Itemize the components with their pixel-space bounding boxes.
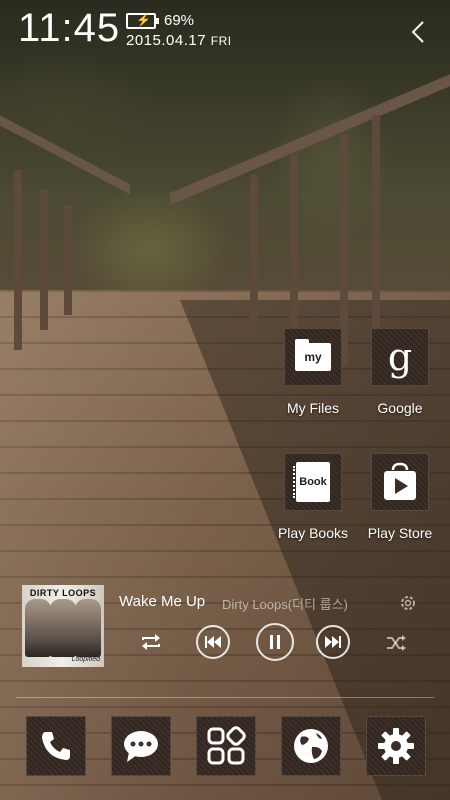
pause-icon bbox=[270, 635, 280, 649]
album-face bbox=[25, 599, 51, 657]
album-tag: Loopified bbox=[71, 656, 100, 663]
bridge-post bbox=[40, 190, 48, 330]
dock-apps[interactable] bbox=[196, 716, 256, 776]
album-face bbox=[75, 599, 101, 657]
shuffle-button[interactable] bbox=[382, 629, 410, 657]
my-files-icon: my bbox=[284, 328, 342, 386]
album-art[interactable]: DIRTY LOOPS Loopified bbox=[22, 585, 104, 667]
app-my-files[interactable]: my My Files bbox=[270, 328, 356, 424]
status-bar: 11:45 ⚡ 69% 2015.04.17 FRI bbox=[0, 0, 450, 60]
repeat-button[interactable] bbox=[136, 627, 166, 657]
shopping-bag-play-icon bbox=[384, 462, 416, 500]
skip-previous-icon bbox=[205, 636, 221, 648]
back-button[interactable] bbox=[404, 16, 432, 48]
dock-internet[interactable] bbox=[281, 716, 341, 776]
song-title: Wake Me Up bbox=[119, 593, 206, 610]
music-widget: DIRTY LOOPS Loopified Wake Me Up Dirty L… bbox=[22, 585, 432, 670]
bridge-post bbox=[14, 170, 22, 350]
music-settings-button[interactable] bbox=[396, 591, 420, 615]
dock-messages[interactable] bbox=[111, 716, 171, 776]
repeat-icon bbox=[142, 634, 160, 650]
phone-icon bbox=[42, 732, 70, 760]
next-track-button[interactable] bbox=[316, 625, 350, 659]
album-band-name: DIRTY LOOPS bbox=[29, 588, 97, 598]
google-icon-text: g bbox=[387, 335, 413, 379]
bridge-post bbox=[290, 155, 298, 335]
clock: 11:45 bbox=[18, 6, 121, 50]
play-books-icon-text: Book bbox=[299, 476, 327, 488]
battery-icon: ⚡ bbox=[126, 12, 159, 29]
pause-button[interactable] bbox=[256, 623, 294, 661]
artist-name: Dirty Loops(더티 룹스) bbox=[222, 597, 348, 612]
app-play-books[interactable]: Book Play Books bbox=[270, 453, 356, 549]
day-of-week: FRI bbox=[210, 34, 232, 48]
dock-settings[interactable] bbox=[366, 716, 426, 776]
dock-divider bbox=[16, 697, 434, 698]
dock-phone[interactable] bbox=[26, 716, 86, 776]
globe-icon bbox=[294, 729, 328, 763]
my-files-icon-text: my bbox=[304, 350, 322, 364]
apps-icon bbox=[207, 726, 246, 765]
app-label: My Files bbox=[286, 400, 340, 416]
app-label: Play Books bbox=[277, 525, 349, 541]
shuffle-icon bbox=[387, 635, 406, 651]
previous-track-button[interactable] bbox=[196, 625, 230, 659]
settings-icon bbox=[378, 728, 414, 764]
play-store-icon bbox=[371, 453, 429, 511]
skip-next-icon bbox=[325, 636, 341, 648]
gear-icon bbox=[401, 596, 415, 610]
date-text: 2015.04.17 bbox=[126, 32, 207, 49]
date-display: 2015.04.17 FRI bbox=[126, 32, 232, 49]
app-label: Play Store bbox=[367, 525, 433, 541]
google-icon: g bbox=[371, 328, 429, 386]
play-books-icon: Book bbox=[284, 453, 342, 511]
app-play-store[interactable]: Play Store bbox=[357, 453, 443, 549]
app-google[interactable]: g Google bbox=[357, 328, 443, 424]
app-label: Google bbox=[377, 400, 423, 416]
messages-icon bbox=[124, 731, 158, 762]
bridge-post bbox=[64, 205, 72, 315]
battery-percent: 69% bbox=[164, 12, 195, 29]
chevron-left-icon bbox=[411, 21, 424, 43]
bridge-post bbox=[250, 175, 258, 325]
battery-indicator: ⚡ 69% bbox=[126, 12, 194, 29]
album-face bbox=[50, 599, 76, 657]
